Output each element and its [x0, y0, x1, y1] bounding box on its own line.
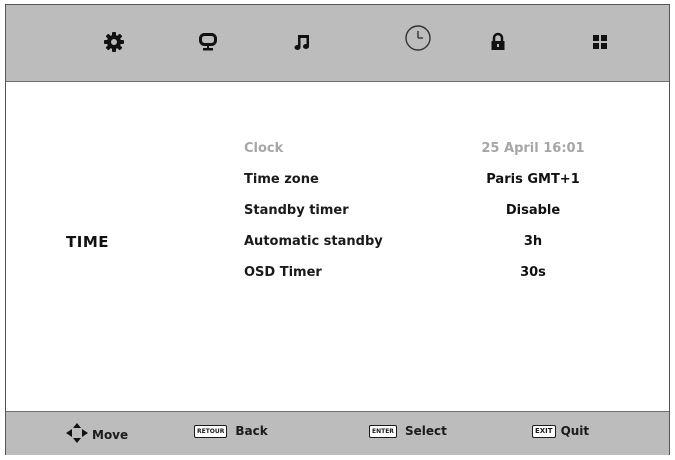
- music-note-icon: [293, 32, 313, 52]
- menu-item-time-zone[interactable]: Time zone Paris GMT+1: [244, 170, 644, 192]
- help-bar: Move RETOUR Back ENTER Select EXIT Quit: [6, 411, 669, 455]
- select-label: Select: [404, 424, 447, 438]
- menu-item-value: 25 April 16:01: [481, 141, 585, 156]
- tab-time[interactable]: [401, 21, 435, 55]
- menu-item-label: Time zone: [244, 172, 319, 187]
- monitor-icon: [198, 32, 218, 52]
- move-label: Move: [92, 427, 129, 442]
- menu-item-label: Clock: [244, 141, 284, 156]
- retour-key-icon: RETOUR: [194, 424, 228, 438]
- menu-item-value: Disable: [505, 203, 561, 218]
- gear-icon: [103, 31, 125, 53]
- enter-key-icon: ENTER: [369, 424, 397, 438]
- arrows-icon: [63, 422, 91, 447]
- move-hint[interactable]: Move: [63, 422, 128, 447]
- menu-item-clock: Clock 25 April 16:01: [244, 139, 644, 161]
- tab-setup[interactable]: [583, 25, 617, 59]
- tab-settings[interactable]: [97, 25, 131, 59]
- quit-hint[interactable]: EXIT Quit: [532, 424, 589, 438]
- section-title: TIME: [66, 233, 109, 251]
- menu-item-value: Paris GMT+1: [486, 172, 580, 187]
- grid-icon: [591, 33, 609, 51]
- menu-item-standby-timer[interactable]: Standby timer Disable: [244, 201, 644, 223]
- lock-icon: [489, 32, 507, 52]
- select-hint[interactable]: ENTER Select: [369, 424, 447, 438]
- menu-tab-bar: [6, 5, 669, 82]
- menu-item-osd-timer[interactable]: OSD Timer 30s: [244, 263, 644, 285]
- menu-content: TIME Clock 25 April 16:01 Time zone Pari…: [6, 82, 669, 411]
- exit-key-icon: EXIT: [532, 424, 556, 438]
- tab-sound[interactable]: [286, 25, 320, 59]
- tab-picture[interactable]: [191, 25, 225, 59]
- back-label: Back: [235, 424, 268, 438]
- menu-item-label: OSD Timer: [244, 265, 322, 280]
- tab-lock[interactable]: [481, 25, 515, 59]
- clock-icon: [403, 23, 433, 53]
- tv-menu-screen: TIME Clock 25 April 16:01 Time zone Pari…: [5, 4, 670, 455]
- menu-item-automatic-standby[interactable]: Automatic standby 3h: [244, 232, 644, 254]
- menu-item-label: Automatic standby: [244, 234, 383, 249]
- quit-label: Quit: [560, 424, 590, 438]
- back-hint[interactable]: RETOUR Back: [194, 424, 268, 438]
- menu-item-value: 3h: [523, 234, 543, 249]
- menu-item-label: Standby timer: [244, 203, 349, 218]
- menu-item-value: 30s: [520, 265, 546, 280]
